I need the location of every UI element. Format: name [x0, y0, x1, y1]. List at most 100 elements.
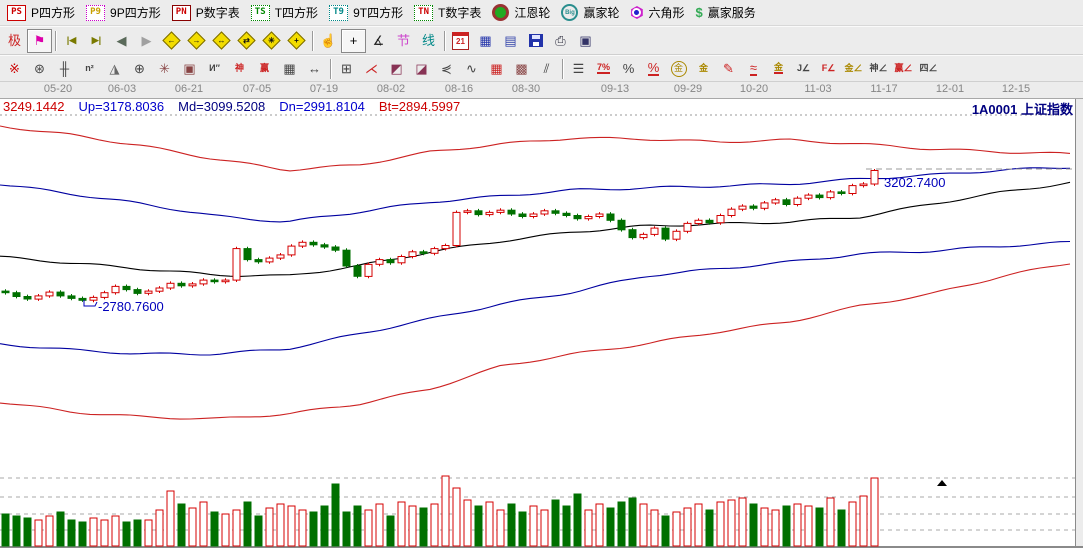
go-first-icon[interactable]: |◀ [59, 29, 84, 53]
diamond-swap-icon[interactable]: ⇄ [234, 29, 259, 53]
menu-item-t9[interactable]: T99T四方形 [325, 2, 410, 23]
wave-channel-icon[interactable]: ≈ [741, 57, 766, 81]
menu-icon-5: TN [414, 5, 433, 21]
percent-line-icon[interactable]: % [641, 57, 666, 81]
x-axis-label: 05-20 [44, 83, 72, 95]
menu-item-pn[interactable]: PNP数字表 [168, 2, 247, 23]
box-tool-icon-glyph: ⊞ [341, 62, 352, 75]
menu-item-label: 赢家服务 [708, 4, 756, 21]
brush-icon[interactable]: ✎ [716, 57, 741, 81]
shen-ruler-icon[interactable]: 神 [227, 57, 252, 81]
menu-item-tn[interactable]: TN T数字表 [410, 2, 488, 23]
diamond-right-icon[interactable]: → [184, 29, 209, 53]
angle-lines-icon-glyph: ⋞ [441, 62, 452, 75]
red-grid-icon[interactable]: ▦ [484, 57, 509, 81]
status-line: 3249.1442Up=3178.8036Md=3099.5208Dn=2991… [3, 99, 474, 114]
menu-item-$[interactable]: $赢家服务 [691, 2, 762, 23]
print-icon[interactable]: ⎙ [548, 29, 573, 53]
diamond-cross-icon[interactable]: + [284, 29, 309, 53]
menu-icon-6 [492, 4, 509, 21]
parallel-lines-icon[interactable]: ⫽ [534, 57, 559, 81]
percent-icon[interactable]: % [616, 57, 641, 81]
menu-item-hex[interactable]: 六角形 [626, 2, 691, 23]
diamond-star-icon[interactable]: ✳ [259, 29, 284, 53]
fan-a-icon[interactable]: ◮ [102, 57, 127, 81]
send-icon[interactable]: ▣ [573, 29, 598, 53]
calendar-icon[interactable]: 21 [448, 29, 473, 53]
abacus-icon[interactable]: ▦ [473, 29, 498, 53]
n-square-icon[interactable]: n² [77, 57, 102, 81]
spider-web-icon[interactable]: ✳ [152, 57, 177, 81]
step-forward-icon[interactable]: ▶ [134, 29, 159, 53]
ruler-ticks-icon[interactable]: ╫ [52, 57, 77, 81]
f-angle-icon[interactable]: F∠ [816, 57, 841, 81]
fan-square-icon[interactable]: ◩ [384, 57, 409, 81]
red-fan-icon[interactable]: ⋌ [359, 57, 384, 81]
app-logo-icon[interactable]: 极 [2, 29, 27, 53]
step-back-icon[interactable]: ◀ [109, 29, 134, 53]
four-angle-icon[interactable]: 四∠ [916, 57, 941, 81]
notepad-icon[interactable]: ▤ [498, 29, 523, 53]
menu-icon-8 [630, 6, 643, 19]
notepad-icon-glyph: ▤ [504, 34, 516, 47]
gold-underline-icon[interactable]: 金 [766, 57, 791, 81]
fan-square-icon-glyph: ◩ [390, 62, 402, 75]
percent-icon-glyph: % [623, 62, 635, 75]
crosshair-icon[interactable]: + [341, 29, 366, 53]
ying-ruler-icon[interactable]: 赢 [252, 57, 277, 81]
angle-lines-icon[interactable]: ⋞ [434, 57, 459, 81]
step-back-icon-glyph: ◀ [117, 34, 127, 47]
red-grid-icon-glyph: ▦ [490, 62, 502, 75]
j-angle-icon[interactable]: J∠ [791, 57, 816, 81]
wave-count-icon[interactable]: И″ [202, 57, 227, 81]
menu-item-ts[interactable]: TST四方形 [247, 2, 325, 23]
menu-item-big[interactable]: Big赢家轮 [557, 2, 626, 23]
ruler-123-icon[interactable]: ▦ [277, 57, 302, 81]
menu-item-label: T数字表 [438, 4, 481, 21]
shen-angle-icon[interactable]: 神∠ [866, 57, 891, 81]
percent7-icon[interactable]: 7% [591, 57, 616, 81]
box-tool-icon[interactable]: ⊞ [334, 57, 359, 81]
width-measure-icon[interactable]: ↔ [302, 57, 327, 81]
diamond-left-icon[interactable]: ← [159, 29, 184, 53]
menu-item-label: P数字表 [196, 4, 240, 21]
chart-canvas[interactable]: -2780.76003202.7400 [0, 99, 1083, 548]
wave-channel-icon-glyph: ≈ [750, 61, 757, 76]
gold-levels-icon-glyph: 金 [699, 64, 708, 73]
send-icon-glyph: ▣ [579, 34, 591, 47]
status-value-3: Dn=2991.8104 [279, 99, 365, 114]
x-axis-label: 08-16 [445, 83, 473, 95]
tools-icon[interactable]: ※ [2, 57, 27, 81]
status-value-4: Bt=2894.5997 [379, 99, 460, 114]
ruler-123-icon-glyph: ▦ [283, 62, 295, 75]
menu-item-p9[interactable]: P99P四方形 [82, 2, 168, 23]
diamond-hmove-icon[interactable]: ↔ [209, 29, 234, 53]
save-icon[interactable] [523, 29, 548, 53]
menu-item-wheel[interactable]: 江恩轮 [488, 2, 557, 23]
jie-tool-icon[interactable]: 节 [391, 29, 416, 53]
gold-angle-icon[interactable]: 金∠ [841, 57, 866, 81]
diamond-swap-icon-glyph: ⇄ [238, 32, 255, 49]
gold-levels-icon[interactable]: 金 [691, 57, 716, 81]
ticker-label: 1A0001 上证指数 [972, 99, 1073, 118]
toolbar-separator [312, 31, 313, 51]
gann-square-icon[interactable]: ▣ [177, 57, 202, 81]
xian-tool-icon[interactable]: 线 [416, 29, 441, 53]
gann-circle-icon-glyph: ⊕ [134, 62, 145, 75]
ying-angle-icon[interactable]: 赢∠ [891, 57, 916, 81]
fan-square2-icon[interactable]: ◪ [409, 57, 434, 81]
go-last-icon[interactable]: ▶| [84, 29, 109, 53]
hand-icon[interactable]: ☝ [316, 29, 341, 53]
levels-icon[interactable]: ☰ [566, 57, 591, 81]
gold-circle-icon[interactable]: 金 [666, 57, 691, 81]
gann-wheel-icon[interactable]: ⊛ [27, 57, 52, 81]
angle-measure-icon[interactable]: ∡ [366, 29, 391, 53]
menu-icon-7: Big [561, 4, 578, 21]
diamond-right-icon-glyph: → [188, 32, 205, 49]
gann-circle-icon[interactable]: ⊕ [127, 57, 152, 81]
flag-icon[interactable]: ⚑ [27, 29, 52, 53]
menu-item-ps[interactable]: PSP四方形 [3, 2, 82, 23]
grid-cross-icon[interactable]: ▩ [509, 57, 534, 81]
chart-area: -2780.76003202.7400 3249.1442Up=3178.803… [0, 99, 1083, 548]
zigzag-icon[interactable]: ∿ [459, 57, 484, 81]
